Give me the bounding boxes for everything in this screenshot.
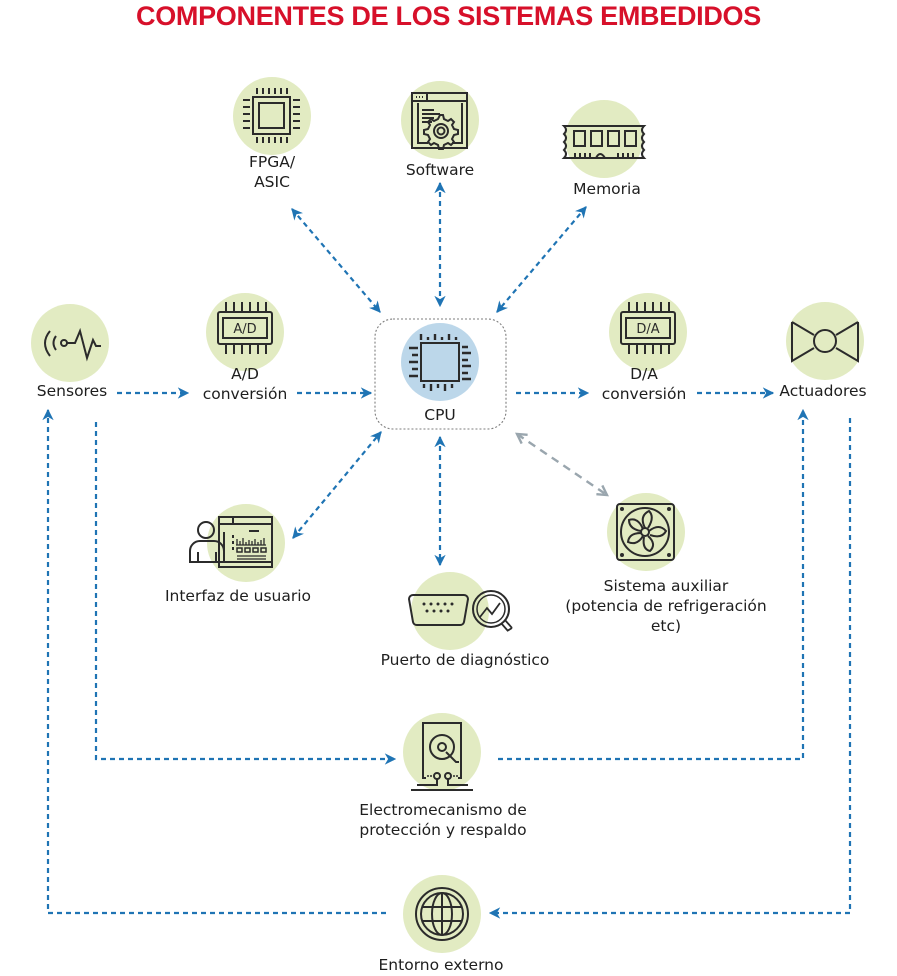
connector-memoria-cpu <box>496 206 587 313</box>
memoria-node-bg <box>565 100 643 178</box>
connector-auxiliar-cpu <box>515 432 609 497</box>
fpga-node-bg <box>233 77 311 155</box>
ad-label-line1: A/D <box>231 365 259 383</box>
fpga-label-line1: FPGA/ <box>248 153 296 171</box>
electro-label-line2: protección y respaldo <box>359 821 527 839</box>
da-label: D/A conversión <box>602 364 687 404</box>
da-label-line1: D/A <box>630 365 658 383</box>
entorno-label: Entorno externo <box>378 956 504 974</box>
sensores-label: Sensores <box>36 382 108 400</box>
fpga-label-line2: ASIC <box>254 173 290 191</box>
actuadores-node-bg <box>786 302 864 380</box>
actuadores-label: Actuadores <box>779 382 867 400</box>
ad-label: A/D conversión <box>203 364 288 404</box>
auxiliar-label-line1: Sistema auxiliar <box>603 577 729 595</box>
connector-fpga-cpu <box>291 208 381 313</box>
da-chip-text: D/A <box>636 322 659 337</box>
memoria-label: Memoria <box>573 180 641 198</box>
electro-label-line1: Electromecanismo de <box>359 801 527 819</box>
auxiliar-label-line2: (potencia de refrigeración <box>565 597 767 615</box>
ad-chip-text: A/D <box>233 322 256 337</box>
puerto-label: Puerto de diagnóstico <box>380 651 550 669</box>
cpu-label: CPU <box>424 406 456 424</box>
electro-label: Electromecanismo de protección y respald… <box>359 800 527 840</box>
interfaz-label: Interfaz de usuario <box>164 587 312 605</box>
software-label: Software <box>405 161 475 179</box>
da-label-line2: conversión <box>601 385 687 403</box>
auxiliar-label: Sistema auxiliar (potencia de refrigerac… <box>565 576 766 636</box>
connector-interfaz-cpu <box>292 431 382 539</box>
ad-label-line2: conversión <box>202 385 288 403</box>
auxiliar-label-line3: etc) <box>650 617 682 635</box>
fpga-label: FPGA/ ASIC <box>249 152 295 192</box>
